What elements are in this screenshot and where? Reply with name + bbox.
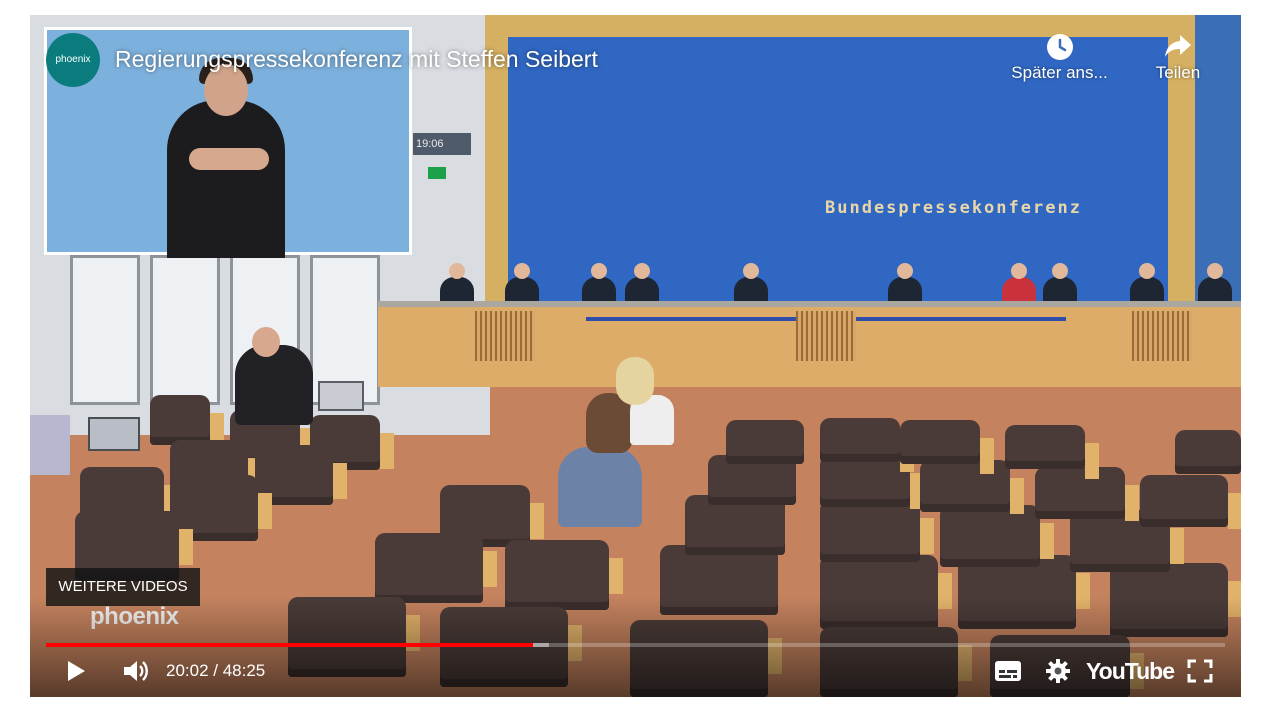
time-display: 20:02 / 48:25 (166, 661, 265, 681)
attendee-head (616, 357, 654, 405)
fullscreen-icon (1187, 659, 1213, 683)
share-button[interactable]: Teilen (1142, 33, 1214, 83)
chair (820, 418, 914, 472)
subtitles-button[interactable] (988, 655, 1028, 687)
backdrop-sign: Bundespressekonferenz (825, 198, 1082, 218)
attendee (558, 447, 642, 527)
settings-gear-icon (1046, 659, 1070, 683)
chair (150, 395, 224, 449)
laptop (318, 381, 364, 411)
chair (1005, 425, 1099, 479)
attendee (235, 345, 313, 425)
interpreter-body (167, 100, 285, 258)
current-time: 20:02 (166, 661, 209, 680)
chair (940, 505, 1054, 567)
chair (726, 420, 804, 464)
play-button[interactable] (58, 655, 94, 687)
progress-played (46, 643, 533, 647)
channel-avatar[interactable]: phoenix (46, 33, 100, 87)
chair (1035, 467, 1139, 521)
clock-icon (1002, 33, 1117, 63)
podium-vent (475, 311, 535, 361)
attendee-head (252, 327, 280, 357)
share-arrow-icon (1142, 33, 1214, 63)
video-title[interactable]: Regierungspressekonferenz mit Steffen Se… (115, 46, 598, 73)
chair (1140, 475, 1241, 529)
window (70, 255, 140, 405)
subtitles-icon (995, 661, 1021, 681)
chair (920, 460, 1024, 514)
chair (1175, 430, 1241, 474)
chair (900, 420, 994, 474)
podium-vent (796, 311, 856, 361)
play-icon (68, 661, 85, 681)
settings-button[interactable] (1038, 655, 1078, 687)
share-label: Teilen (1155, 63, 1201, 82)
chair (375, 533, 497, 603)
wall-clock: 19:06 (413, 133, 471, 155)
laptop (88, 417, 140, 451)
chair (820, 500, 934, 562)
watch-later-button[interactable]: Später ans... (1002, 33, 1117, 83)
exit-sign (428, 167, 446, 179)
progress-bar[interactable] (46, 643, 1225, 647)
interpreter-hands (189, 148, 269, 170)
time-separator: / (208, 661, 223, 680)
podium-vent (1132, 311, 1192, 361)
volume-icon (124, 661, 148, 681)
attendee (30, 415, 70, 475)
watch-later-label: Später ans... (1011, 63, 1108, 82)
duration: 48:25 (222, 661, 266, 680)
video-player[interactable]: 19:06 Bundespressekonferenz phoenix Regi… (30, 15, 1241, 697)
window (150, 255, 220, 405)
volume-button[interactable] (116, 655, 156, 687)
chair (820, 455, 924, 509)
youtube-logo[interactable]: YouTube (1086, 655, 1175, 687)
fullscreen-button[interactable] (1180, 655, 1220, 687)
